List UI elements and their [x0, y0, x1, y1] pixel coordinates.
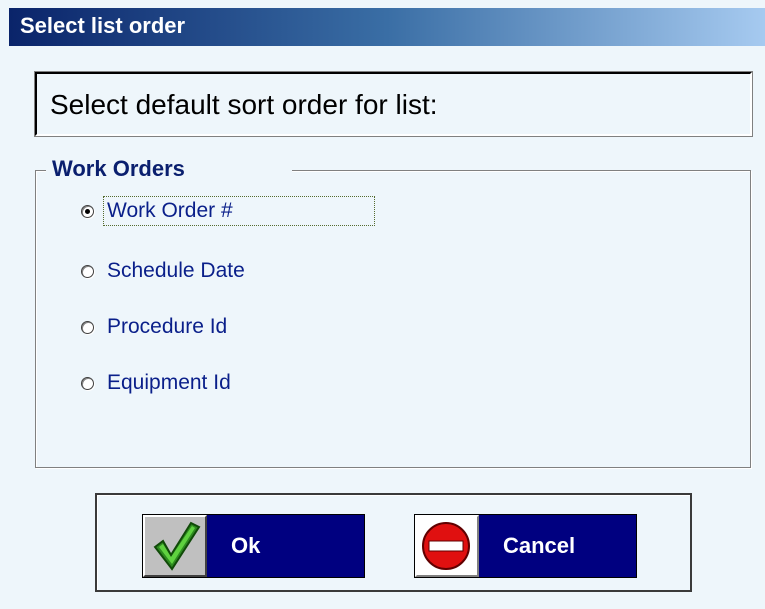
window-title: Select list order — [20, 13, 186, 38]
radio-button-checked[interactable] — [81, 204, 94, 218]
ok-button-label: Ok — [231, 533, 261, 558]
cancel-button-label: Cancel — [503, 533, 576, 558]
radio-option-procedure-id[interactable]: Procedure Id — [81, 312, 230, 342]
radio-label: Work Order # — [103, 196, 375, 226]
radio-label: Equipment Id — [107, 371, 231, 394]
dialog-window: Select list order Select default sort or… — [0, 0, 765, 609]
ok-button[interactable]: Ok — [142, 514, 365, 578]
checkmark-icon — [143, 515, 207, 577]
radio-button[interactable] — [81, 376, 94, 390]
radio-option-work-order-number[interactable]: Work Order # — [81, 196, 375, 226]
radio-button[interactable] — [81, 320, 94, 334]
radio-label: Schedule Date — [107, 259, 245, 282]
groupbox-label: Work Orders — [46, 156, 292, 182]
no-entry-icon — [415, 515, 479, 577]
radio-button[interactable] — [81, 264, 94, 278]
radio-option-schedule-date[interactable]: Schedule Date — [81, 256, 248, 286]
button-panel: Ok Cancel — [95, 493, 692, 592]
prompt-text: Select default sort order for list: — [50, 89, 438, 120]
radio-label: Procedure Id — [107, 315, 228, 338]
prompt-panel: Select default sort order for list: — [34, 71, 753, 137]
radio-option-equipment-id[interactable]: Equipment Id — [81, 368, 234, 398]
title-bar[interactable]: Select list order — [9, 8, 765, 46]
work-orders-groupbox: Work Orders Work Order # Schedule Date P… — [35, 156, 751, 468]
cancel-button[interactable]: Cancel — [414, 514, 637, 578]
